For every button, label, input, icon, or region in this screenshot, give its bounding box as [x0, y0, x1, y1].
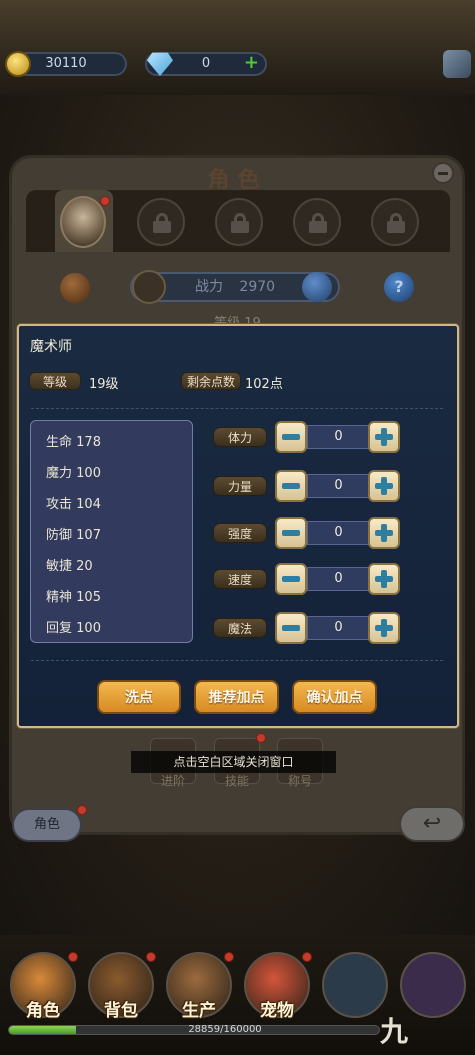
- magic-value: 0: [307, 616, 370, 640]
- role-switch-button[interactable]: 角色: [12, 808, 82, 842]
- power-label: 战力: [194, 279, 223, 295]
- speed-value: 0: [307, 567, 370, 591]
- top-right-menu-icon[interactable]: [443, 50, 471, 78]
- remaining-points-value: 102点: [245, 377, 283, 392]
- notification-dot: [68, 952, 78, 962]
- locked-slot[interactable]: [371, 198, 419, 246]
- intensity-value: 0: [307, 521, 370, 545]
- notification-dot: [100, 196, 110, 206]
- gold-coin-icon: [5, 51, 31, 77]
- increase-intensity-button[interactable]: [368, 517, 400, 549]
- notification-dot: [224, 952, 234, 962]
- stat-hp: 生命 178: [46, 435, 101, 450]
- level-label: 等级: [29, 372, 81, 390]
- close-hint: 点击空白区域关闭窗口: [131, 751, 336, 773]
- reset-points-button[interactable]: 洗点: [97, 680, 181, 714]
- watermark-logo: 九: [380, 1015, 409, 1048]
- class-name: 魔术师: [30, 339, 72, 355]
- attribute-label-speed: 速度: [213, 569, 267, 589]
- scene-top-background: [0, 0, 475, 95]
- experience-fill: [9, 1026, 76, 1034]
- decrease-intensity-button[interactable]: [275, 517, 307, 549]
- nav-label-character: 角色: [26, 1001, 60, 1021]
- stat-attack: 攻击 104: [46, 497, 101, 512]
- decrease-speed-button[interactable]: [275, 563, 307, 595]
- divider: [31, 660, 443, 661]
- decrease-magic-button[interactable]: [275, 612, 307, 644]
- decrease-stamina-button[interactable]: [275, 421, 307, 453]
- stat-mp: 魔力 100: [46, 466, 101, 481]
- gold-amount: 30110: [45, 56, 87, 71]
- skill-tab-label: 技能: [224, 774, 249, 788]
- notification-dot: [77, 805, 87, 815]
- element-orb-icon[interactable]: [60, 273, 90, 303]
- panel-minimize-icon[interactable]: [432, 162, 454, 184]
- locked-slot[interactable]: [215, 198, 263, 246]
- remaining-points-label: 剩余点数: [181, 372, 241, 390]
- locked-slot[interactable]: [137, 198, 185, 246]
- notification-dot: [256, 733, 266, 743]
- search-icon[interactable]: [302, 272, 332, 302]
- advance-tab-label: 进阶: [160, 774, 185, 788]
- lock-icon: [231, 213, 249, 233]
- nav-label-production: 生产: [182, 1001, 216, 1021]
- attribute-label-stamina: 体力: [213, 427, 267, 447]
- attribute-label-strength: 力量: [213, 476, 267, 496]
- gold-currency-bar: 30110: [5, 51, 127, 77]
- recommend-points-button[interactable]: 推荐加点: [194, 680, 279, 714]
- help-icon[interactable]: ?: [384, 272, 414, 302]
- world-icon[interactable]: [322, 952, 388, 1018]
- increase-magic-button[interactable]: [368, 612, 400, 644]
- increase-strength-button[interactable]: [368, 470, 400, 502]
- diamond-icon: [147, 52, 173, 76]
- lock-icon: [153, 213, 171, 233]
- nav-label-backpack: 背包: [104, 1001, 138, 1021]
- confirm-points-button[interactable]: 确认加点: [292, 680, 377, 714]
- stat-agility: 敏捷 20: [46, 559, 93, 574]
- stat-recovery: 回复 100: [46, 621, 101, 636]
- stat-defense: 防御 107: [46, 528, 101, 543]
- locked-slot[interactable]: [293, 198, 341, 246]
- experience-text: 28859/160000: [188, 1024, 262, 1035]
- character-portrait[interactable]: [60, 196, 106, 248]
- title-tab-label: 称号: [287, 774, 312, 788]
- gem-amount: 0: [201, 56, 211, 71]
- add-gems-button[interactable]: +: [244, 53, 259, 73]
- increase-stamina-button[interactable]: [368, 421, 400, 453]
- attribute-label-intensity: 强度: [213, 523, 267, 543]
- nav-label-pet: 宠物: [260, 1001, 294, 1021]
- lock-icon: [387, 213, 405, 233]
- attribute-label-magic: 魔法: [213, 618, 267, 638]
- back-arrow-icon[interactable]: ↩: [399, 806, 465, 842]
- decrease-strength-button[interactable]: [275, 470, 307, 502]
- power-value: 2970: [239, 279, 276, 295]
- lock-icon: [309, 213, 327, 233]
- menu-icon[interactable]: [400, 952, 466, 1018]
- increase-speed-button[interactable]: [368, 563, 400, 595]
- gem-currency-bar: 0 +: [145, 52, 267, 76]
- staff-icon: [132, 270, 166, 304]
- stamina-value: 0: [307, 425, 370, 449]
- level-value: 19级: [89, 377, 119, 392]
- notification-dot: [302, 952, 312, 962]
- divider: [31, 408, 443, 409]
- notification-dot: [146, 952, 156, 962]
- strength-value: 0: [307, 474, 370, 498]
- stat-spirit: 精神 105: [46, 590, 101, 605]
